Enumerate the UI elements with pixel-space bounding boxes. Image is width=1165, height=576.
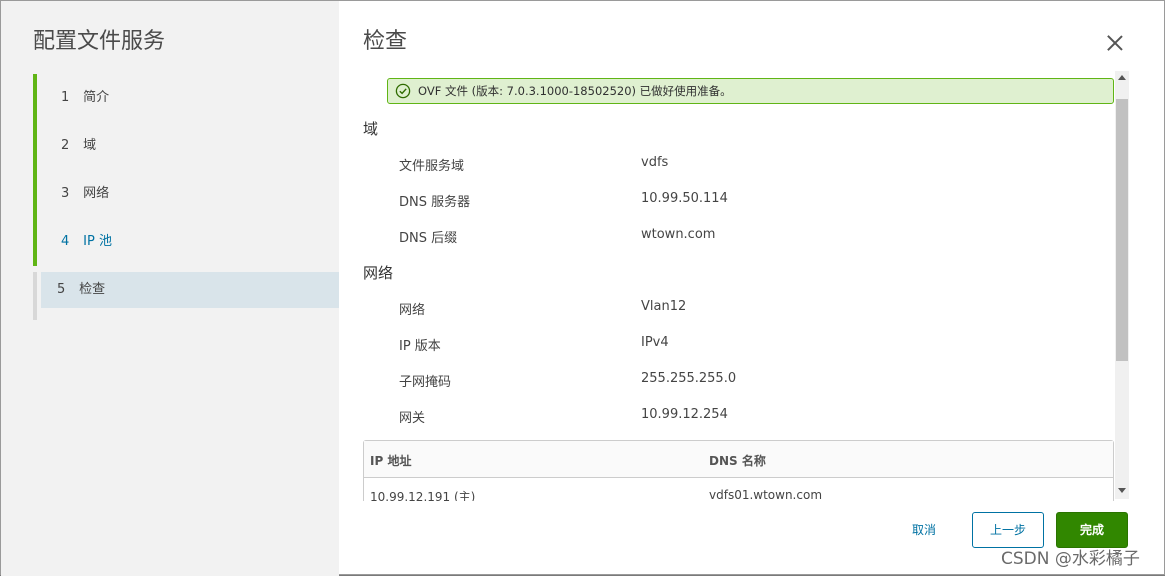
wizard-steps: 1 简介 2 域 3 网络 4 IP 池 5 检查 [33,74,339,320]
step-label: 简介 [83,90,110,105]
table-header: IP 地址 DNS 名称 [364,441,1113,478]
page-title: 检查 [363,29,408,54]
row-label: DNS 后缀 [399,231,458,246]
step-label: 网络 [83,186,110,201]
row-value: 10.99.50.114 [641,191,728,206]
step-label: IP 池 [83,234,112,249]
row-value: wtown.com [641,227,716,242]
success-alert: OVF 文件 (版本: 7.0.3.1000-18502520) 已做好使用准备… [387,78,1114,104]
table-cell-dns: vdfs01.wtown.com [709,488,823,501]
step-domain[interactable]: 2 域 [33,122,339,170]
row-value: 255.255.255.0 [641,371,737,386]
watermark: CSDN @水彩橘子 [1001,549,1140,569]
step-network[interactable]: 3 网络 [33,170,339,218]
check-circle-icon [395,83,411,99]
row-value: 10.99.12.254 [641,407,728,422]
close-icon[interactable] [1105,33,1125,53]
row-label: IP 版本 [399,339,441,354]
step-label: 域 [83,138,97,153]
alert-text: OVF 文件 (版本: 7.0.3.1000-18502520) 已做好使用准备… [418,84,732,98]
row-value: Vlan12 [641,299,687,314]
row-label: 网关 [399,411,426,426]
step-label: 检查 [79,282,106,297]
row-label: 文件服务域 [399,159,465,174]
step-number: 3 [61,186,70,201]
step-review[interactable]: 5 检查 [33,272,339,320]
row-value: vdfs [641,155,669,170]
step-ip-pool[interactable]: 4 IP 池 [33,218,339,266]
scroll-up-icon[interactable] [1118,75,1126,80]
column-header-dns[interactable]: DNS 名称 [709,452,766,469]
section-title-network: 网络 [363,264,394,282]
scroll-down-icon[interactable] [1118,488,1126,493]
row-label: 网络 [399,303,426,318]
ip-address-table: IP 地址 DNS 名称 10.99.12.191 (主) vdfs01.wto… [363,440,1114,501]
back-button[interactable]: 上一步 [972,512,1044,548]
row-label: DNS 服务器 [399,195,471,210]
scroll-thumb[interactable] [1116,99,1128,361]
step-number: 4 [61,234,70,249]
column-header-ip[interactable]: IP 地址 [370,452,411,469]
step-number: 1 [61,90,70,105]
wizard-sidebar: 配置文件服务 1 简介 2 域 3 网络 4 IP 池 5 检查 [1,1,339,576]
configure-file-service-dialog: 配置文件服务 1 简介 2 域 3 网络 4 IP 池 5 检查 检查 OVF … [0,0,1165,576]
review-scroll-area: OVF 文件 (版本: 7.0.3.1000-18502520) 已做好使用准备… [363,71,1129,501]
finish-button[interactable]: 完成 [1056,512,1128,548]
table-cell-ip: 10.99.12.191 (主) [370,490,476,501]
wizard-title: 配置文件服务 [33,29,166,54]
cancel-button[interactable]: 取消 [896,513,952,549]
step-intro[interactable]: 1 简介 [33,74,339,122]
step-number: 5 [57,282,66,297]
step-number: 2 [61,138,70,153]
row-value: IPv4 [641,335,669,350]
step-review-highlight: 5 检查 [41,272,339,308]
vertical-scrollbar[interactable] [1115,71,1129,499]
section-title-domain: 域 [363,120,379,138]
row-label: 子网掩码 [399,375,452,390]
